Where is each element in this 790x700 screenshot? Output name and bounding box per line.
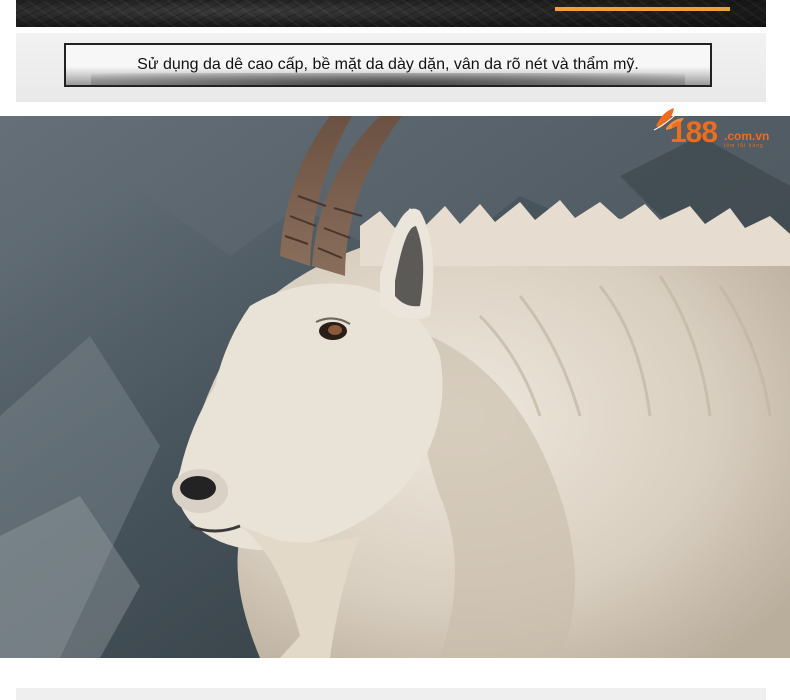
product-detail-page: Sử dụng da dê cao cấp, bề mặt da dày dặn… — [0, 0, 790, 700]
caption-shadow — [91, 73, 685, 85]
goat-photo — [0, 116, 790, 658]
leather-texture — [16, 0, 766, 27]
caption-text: Sử dụng da dê cao cấp, bề mặt da dày dặn… — [137, 56, 639, 73]
logo-tagline: tóm tắt hàng — [724, 143, 764, 149]
caption-panel: Sử dụng da dê cao cấp, bề mặt da dày dặn… — [16, 33, 766, 102]
goat-illustration — [0, 116, 790, 658]
caption-box: Sử dụng da dê cao cấp, bề mặt da dày dặn… — [64, 43, 712, 87]
brand-logo[interactable]: 188 .com.vn tóm tắt hàng — [652, 104, 776, 154]
leather-texture-banner — [16, 0, 766, 27]
logo-number: 188 — [670, 116, 718, 149]
next-section-strip — [16, 688, 766, 700]
logo-domain: .com.vn — [724, 129, 770, 143]
accent-bar — [555, 7, 730, 11]
